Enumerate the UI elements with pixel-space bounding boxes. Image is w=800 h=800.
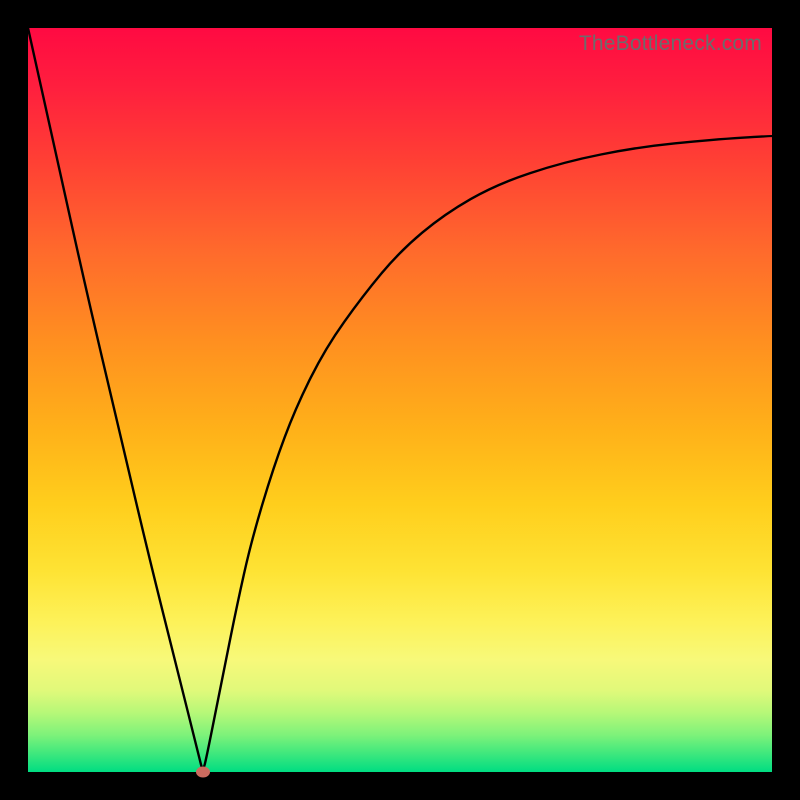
bottleneck-curve [28,28,772,772]
chart-frame: TheBottleneck.com [0,0,800,800]
plot-area: TheBottleneck.com [28,28,772,772]
optimal-point-marker [196,767,210,778]
